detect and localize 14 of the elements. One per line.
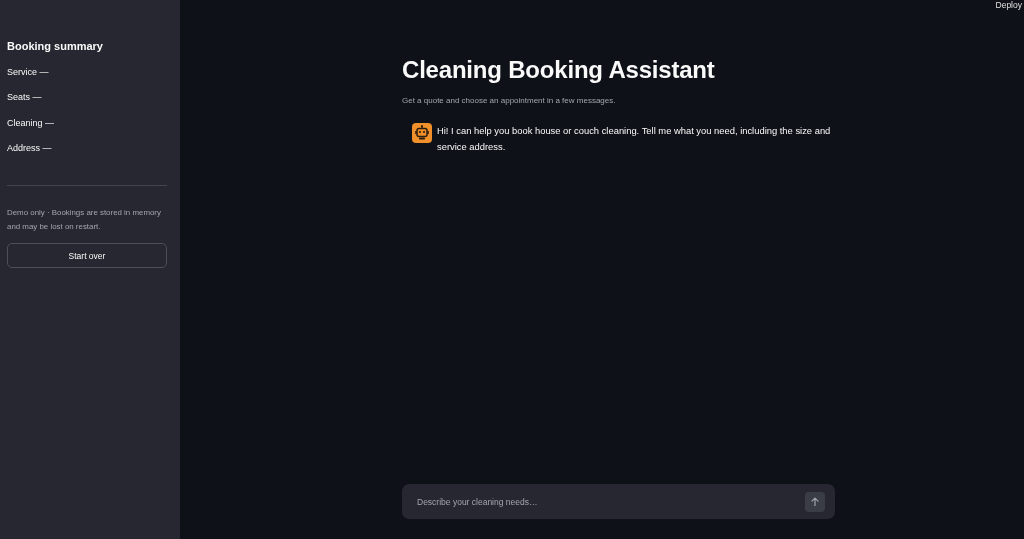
page-subtitle: Get a quote and choose an appointment in a few messages.	[402, 95, 616, 106]
chat-input-field[interactable]: Describe your cleaning needs…	[402, 484, 835, 519]
summary-field: Address —	[7, 140, 55, 156]
page-title: Cleaning Booking Assistant	[402, 55, 715, 85]
send-button[interactable]	[805, 491, 825, 512]
summary-field: Seats —	[7, 89, 55, 105]
start-over-button[interactable]: Start over	[7, 243, 167, 268]
sidebar-title: Booking summary	[7, 39, 103, 54]
arrow-up-icon	[811, 497, 819, 506]
deploy-link[interactable]: Deploy	[995, 0, 1022, 10]
summary-field: Service —	[7, 63, 55, 80]
assistant-message: Hi! I can help you book house or couch cleaning. Tell me what you need, including the size and service address.	[437, 124, 832, 154]
summary-field: Cleaning —	[7, 114, 55, 131]
robot-avatar-icon	[412, 123, 432, 143]
